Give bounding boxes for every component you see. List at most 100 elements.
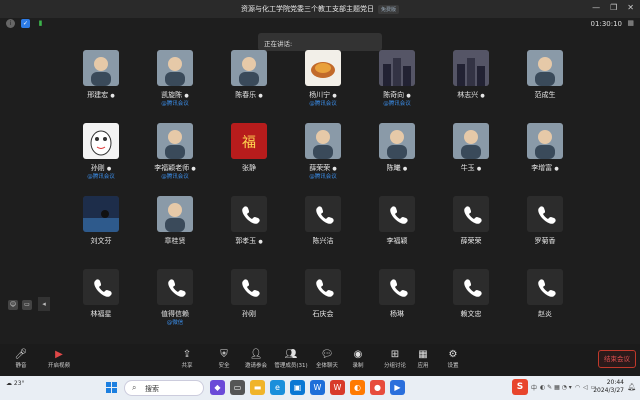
participant-tile[interactable]: 罗菊香: [508, 196, 582, 256]
search-icon: ⌕: [132, 383, 137, 392]
window-controls: — ❐ ✕: [592, 3, 634, 12]
participant-tile[interactable]: 福张静: [212, 123, 286, 183]
participant-name: 刘文芬: [90, 237, 112, 245]
app-red-icon[interactable]: ●: [370, 380, 385, 395]
layout-icon[interactable]: ▦: [627, 19, 634, 27]
avatar: [379, 50, 415, 86]
store-icon[interactable]: ▣: [290, 380, 305, 395]
avatar: [379, 123, 415, 159]
minimize-button[interactable]: —: [592, 3, 600, 12]
participant-tile[interactable]: 陈春乐 ●: [212, 50, 286, 110]
manage-label: 管理成员(31): [274, 363, 308, 369]
participant-source: @腾讯会议: [87, 174, 115, 180]
windows-start-icon[interactable]: [106, 382, 117, 393]
tencent-meeting-icon[interactable]: ▶: [390, 380, 405, 395]
tray-icons[interactable]: ◐ ✎ ▦ ◔ ▾: [540, 384, 572, 391]
maximize-button[interactable]: ❐: [610, 3, 617, 12]
participant-tile[interactable]: 刘文芬: [64, 196, 138, 256]
end-meeting-button[interactable]: 结束会议: [598, 350, 636, 368]
close-button[interactable]: ✕: [627, 3, 634, 12]
participant-tile[interactable]: 孙刚 ● @腾讯会议: [64, 123, 138, 183]
collapse-panel-button[interactable]: ◂: [38, 297, 50, 311]
word-icon[interactable]: W: [310, 380, 325, 395]
task-view-icon[interactable]: ▭: [230, 380, 245, 395]
weather-widget[interactable]: ☁ 23°: [6, 380, 25, 387]
info-icon[interactable]: i: [6, 19, 15, 28]
phone-icon: [379, 196, 415, 232]
participant-tile[interactable]: 孙刚: [212, 269, 286, 329]
svg-text:福: 福: [242, 135, 256, 151]
signal-icon[interactable]: ▮: [36, 19, 45, 28]
taskbar-apps: ◆ ▭ ▬ e ▣ W W ◐ ● ▶: [210, 380, 405, 395]
taskbar-clock[interactable]: 20:44 2024/3/27: [593, 379, 624, 395]
participant-tile[interactable]: 薛荣荣: [434, 196, 508, 256]
volume-icon[interactable]: ◁: [583, 384, 588, 391]
participant-name: 张静: [242, 164, 256, 172]
phone-icon: [231, 269, 267, 305]
avatar: [83, 196, 119, 232]
participant-tile[interactable]: 值得信赖 @微信: [138, 269, 212, 329]
notification-icon[interactable]: 🔔︎: [627, 383, 636, 391]
participant-name: 李增富 ●: [531, 164, 559, 172]
app-orange-icon[interactable]: ◐: [350, 380, 365, 395]
apps-button[interactable]: ▦ 应用: [406, 348, 440, 369]
speaking-indicator: 正在讲话:: [258, 33, 382, 51]
copilot-icon[interactable]: ◆: [210, 380, 225, 395]
mic-icon: ●: [476, 166, 482, 172]
participant-tile[interactable]: 陈兴洁: [286, 196, 360, 256]
sogou-ime-icon[interactable]: S: [512, 379, 528, 395]
emoji-icon[interactable]: ☺: [8, 300, 18, 310]
participant-tile[interactable]: 郭孝玉 ●: [212, 196, 286, 256]
window-title: 资源与化工学院党委三个教工支部主题党日: [240, 5, 374, 13]
participant-tile[interactable]: 杨川宁 ● @腾讯会议: [286, 50, 360, 110]
participant-tile[interactable]: 陈曦 ●: [360, 123, 434, 183]
weather-temp: 23°: [13, 380, 25, 387]
participant-tile[interactable]: 石庆会: [286, 269, 360, 329]
participant-tile[interactable]: 薛荣荣 ● @腾讯会议: [286, 123, 360, 183]
phone-icon: [527, 269, 563, 305]
avatar: [453, 123, 489, 159]
participant-name: 陈春乐 ●: [235, 91, 263, 99]
record-button[interactable]: ◉ 录制: [341, 348, 375, 369]
mic-icon: ●: [402, 166, 408, 172]
participant-tile[interactable]: 牛玉 ●: [434, 123, 508, 183]
wps-icon[interactable]: W: [330, 380, 345, 395]
mute-button[interactable]: 🎤︎ 静音: [4, 348, 38, 369]
participant-source: @腾讯会议: [309, 174, 337, 180]
participant-tile[interactable]: 林福星: [64, 269, 138, 329]
participant-tile[interactable]: 李福颖老师 ● @腾讯会议: [138, 123, 212, 183]
file-explorer-icon[interactable]: ▬: [250, 380, 265, 395]
video-button[interactable]: ▶︎ 开启视频: [42, 348, 76, 369]
manage-members-button[interactable]: 👥︎ 管理成员(31): [274, 348, 308, 369]
participant-tile[interactable]: 林志兴 ●: [434, 50, 508, 110]
participant-tile[interactable]: 邢建宏 ●: [64, 50, 138, 110]
share-button[interactable]: ⇪ 共享: [170, 348, 204, 369]
participant-tile[interactable]: 凯旋陈 ● @腾讯会议: [138, 50, 212, 110]
search-label: 搜索: [145, 385, 159, 393]
chat-bubble-icon[interactable]: ▭: [22, 300, 32, 310]
mic-icon: ●: [258, 239, 263, 245]
settings-button[interactable]: ⚙ 设置: [436, 348, 470, 369]
ime-mode[interactable]: 中: [531, 383, 537, 392]
participant-tile[interactable]: 赵炎: [508, 269, 582, 329]
taskbar-search[interactable]: ⌕ 搜索: [124, 380, 204, 396]
participant-tile[interactable]: 陈奇向 ● @腾讯会议: [360, 50, 434, 110]
mic-icon: ●: [258, 93, 263, 99]
invite-button[interactable]: 👤︎ 邀请参会: [239, 348, 273, 369]
participant-tile[interactable]: 章桂贤: [138, 196, 212, 256]
participant-tile[interactable]: 李福颖: [360, 196, 434, 256]
participant-source: @微信: [166, 320, 184, 326]
participant-tile[interactable]: 李增富 ●: [508, 123, 582, 183]
edge-icon[interactable]: e: [270, 380, 285, 395]
participant-tile[interactable]: 范成生: [508, 50, 582, 110]
chat-button[interactable]: 💬︎ 全体聊天: [310, 348, 344, 369]
wifi-icon[interactable]: ◠: [575, 384, 580, 391]
record-icon: ◉: [353, 349, 363, 360]
video-off-icon: ▶︎: [55, 349, 63, 360]
participant-name: 杨琳: [390, 310, 404, 318]
avatar: [157, 50, 193, 86]
participant-tile[interactable]: 杨琳: [360, 269, 434, 329]
participant-tile[interactable]: 赖文忠: [434, 269, 508, 329]
shield-icon[interactable]: ✓: [21, 19, 30, 28]
security-button[interactable]: ⛨ 安全: [207, 348, 241, 369]
